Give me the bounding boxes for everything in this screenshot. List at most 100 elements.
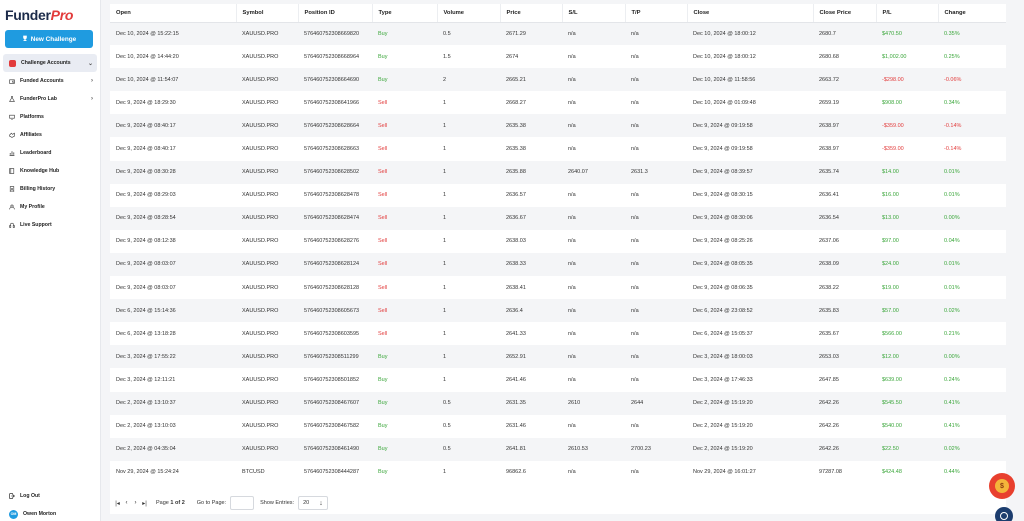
cell-symbol: XAUUSD.PRO <box>236 368 298 392</box>
sidebar-item-funded-accounts[interactable]: Funded Accounts › <box>3 72 97 90</box>
new-challenge-button[interactable]: New Challenge <box>5 30 93 48</box>
cell-position-id: 576460752308669820 <box>298 22 372 46</box>
prev-page-icon[interactable]: ‹ <box>123 500 130 506</box>
show-entries-select[interactable]: 20 ↓ <box>298 496 328 510</box>
sidebar-item-funderpro-lab[interactable]: FunderPro Lab › <box>3 90 97 108</box>
sidebar-item-affiliates[interactable]: Affiliates <box>3 126 97 144</box>
cell-close: Dec 10, 2024 @ 18:00:12 <box>687 45 813 69</box>
cell-close: Dec 2, 2024 @ 15:19:20 <box>687 437 813 461</box>
rewards-widget-button[interactable]: $ <box>989 473 1015 499</box>
cell-close: Dec 9, 2024 @ 09:19:58 <box>687 137 813 161</box>
cell-p-l: $57.00 <box>876 299 938 323</box>
table-row[interactable]: Dec 2, 2024 @ 13:10:37 XAUUSD.PRO 57646075… <box>110 391 1006 415</box>
cell-price: 2652.91 <box>500 345 562 369</box>
table-row[interactable]: Dec 6, 2024 @ 13:18:28 XAUUSD.PRO 57646075… <box>110 322 1006 346</box>
user-profile[interactable]: OM Owen Morton <box>3 505 97 521</box>
help-chat-button[interactable] <box>995 507 1013 521</box>
column-header-symbol[interactable]: Symbol <box>235 4 298 23</box>
table-row[interactable]: Dec 9, 2024 @ 08:40:17 XAUUSD.PRO 57646075… <box>110 137 1006 161</box>
table-row[interactable]: Nov 29, 2024 @ 15:24:24 BTCUSD 57646075230… <box>110 460 1006 484</box>
column-header-s-l[interactable]: S/L <box>561 4 625 23</box>
cell-t-p: n/a <box>625 22 687 46</box>
table-row[interactable]: Dec 9, 2024 @ 08:29:03 XAUUSD.PRO 57646075… <box>110 183 1006 207</box>
logout-button[interactable]: Log Out <box>3 487 97 505</box>
cell-open: Dec 10, 2024 @ 11:54:07 <box>110 68 236 92</box>
goto-page-input[interactable] <box>230 496 255 510</box>
table-body: Dec 10, 2024 @ 15:22:15 XAUUSD.PRO 5764607… <box>110 22 1006 484</box>
cell-p-l: -$359.00 <box>876 114 938 138</box>
column-header-close-price[interactable]: Close Price <box>812 4 876 23</box>
page-indicator: Page 1 of 2 <box>156 500 185 506</box>
cell-position-id: 576460752308664690 <box>298 68 372 92</box>
column-header-position-id[interactable]: Position ID <box>297 4 372 23</box>
brand-logo[interactable]: FunderPro <box>5 7 73 23</box>
table-row[interactable]: Dec 9, 2024 @ 18:29:30 XAUUSD.PRO 57646075… <box>110 91 1006 115</box>
column-header-p-l[interactable]: P/L <box>875 4 938 23</box>
table-row[interactable]: Dec 9, 2024 @ 08:03:07 XAUUSD.PRO 57646075… <box>110 252 1006 277</box>
cell-close-price: 2635.83 <box>813 299 876 323</box>
table-row[interactable]: Dec 9, 2024 @ 08:28:54 XAUUSD.PRO 57646075… <box>110 206 1006 230</box>
cell-close: Dec 9, 2024 @ 08:25:26 <box>687 229 813 253</box>
next-page-icon[interactable]: › <box>132 500 139 506</box>
cell-type: Buy <box>372 437 437 461</box>
cell-open: Dec 2, 2024 @ 04:35:04 <box>110 437 236 461</box>
column-header-open[interactable]: Open <box>110 4 236 23</box>
table-row[interactable]: Dec 10, 2024 @ 14:44:20 XAUUSD.PRO 5764607… <box>110 45 1006 69</box>
column-header-close[interactable]: Close <box>686 4 813 23</box>
cell-volume: 1 <box>437 229 500 253</box>
table-row[interactable]: Dec 3, 2024 @ 12:11:21 XAUUSD.PRO 57646075… <box>110 368 1006 392</box>
cell-p-l: $12.00 <box>876 345 938 369</box>
sidebar-item-billing-history[interactable]: Billing History <box>3 180 97 198</box>
cell-symbol: XAUUSD.PRO <box>236 183 298 207</box>
column-header-type[interactable]: Type <box>371 4 437 23</box>
table-row[interactable]: Dec 6, 2024 @ 15:14:36 XAUUSD.PRO 57646075… <box>110 299 1006 323</box>
column-header-change[interactable]: Change <box>937 4 1006 23</box>
cell-close: Dec 6, 2024 @ 15:05:37 <box>687 322 813 346</box>
cell-volume: 1 <box>437 206 500 230</box>
first-page-icon[interactable]: |◂ <box>114 500 121 507</box>
cell-price: 96862.6 <box>500 460 562 484</box>
table-row[interactable]: Dec 10, 2024 @ 11:54:07 XAUUSD.PRO 5764607… <box>110 68 1006 92</box>
sidebar-item-platforms[interactable]: Platforms <box>3 108 97 126</box>
table-row[interactable]: Dec 9, 2024 @ 08:30:28 XAUUSD.PRO 57646075… <box>110 160 1006 184</box>
page-sep: of <box>174 500 181 506</box>
cell-s-l: n/a <box>562 368 625 392</box>
cell-symbol: XAUUSD.PRO <box>236 345 298 369</box>
cell-symbol: XAUUSD.PRO <box>236 414 298 438</box>
sidebar-item-live-support[interactable]: Live Support <box>3 216 97 234</box>
cell-t-p: n/a <box>625 137 687 161</box>
table-row[interactable]: Dec 10, 2024 @ 15:22:15 XAUUSD.PRO 5764607… <box>110 22 1006 46</box>
cell-s-l: 2610 <box>562 391 625 415</box>
table-row[interactable]: Dec 2, 2024 @ 04:35:04 XAUUSD.PRO 57646075… <box>110 437 1006 461</box>
column-header-price[interactable]: Price <box>499 4 562 23</box>
table-row[interactable]: Dec 9, 2024 @ 08:40:17 XAUUSD.PRO 57646075… <box>110 114 1006 138</box>
cell-volume: 1 <box>437 91 500 115</box>
sidebar-item-my-profile[interactable]: My Profile <box>3 198 97 216</box>
column-header-volume[interactable]: Volume <box>436 4 500 23</box>
cell-volume: 1 <box>437 299 500 323</box>
cell-price: 2641.33 <box>500 322 562 346</box>
cell-s-l: n/a <box>562 91 625 115</box>
table-row[interactable]: Dec 9, 2024 @ 08:12:38 XAUUSD.PRO 57646075… <box>110 229 1006 253</box>
column-header-t-p[interactable]: T/P <box>624 4 687 23</box>
cell-volume: 1 <box>437 137 500 161</box>
cell-symbol: XAUUSD.PRO <box>236 391 298 415</box>
cell-open: Dec 6, 2024 @ 13:18:28 <box>110 322 236 346</box>
cell-type: Sell <box>372 276 437 300</box>
cell-s-l: n/a <box>562 68 625 92</box>
sidebar-item-leaderboard[interactable]: Leaderboard <box>3 144 97 162</box>
sidebar-item-challenge-accounts[interactable]: Challenge Accounts ⌄ <box>3 54 97 72</box>
table-row[interactable]: Dec 9, 2024 @ 08:03:07 XAUUSD.PRO 57646075… <box>110 276 1006 300</box>
cell-type: Buy <box>372 414 437 438</box>
last-page-icon[interactable]: ▸| <box>141 500 148 507</box>
cell-change: 0.04% <box>938 229 1006 253</box>
cell-change: 0.01% <box>938 160 1006 184</box>
cell-open: Dec 2, 2024 @ 13:10:03 <box>110 414 236 438</box>
headset-icon <box>9 222 15 228</box>
cell-p-l: $22.50 <box>876 437 938 461</box>
table-row[interactable]: Dec 3, 2024 @ 17:55:22 XAUUSD.PRO 57646075… <box>110 345 1006 369</box>
table-row[interactable]: Dec 2, 2024 @ 13:10:03 XAUUSD.PRO 57646075… <box>110 414 1006 438</box>
cell-type: Sell <box>372 183 437 207</box>
cell-close-price: 2638.97 <box>813 114 876 138</box>
sidebar-item-knowledge-hub[interactable]: Knowledge Hub <box>3 162 97 180</box>
